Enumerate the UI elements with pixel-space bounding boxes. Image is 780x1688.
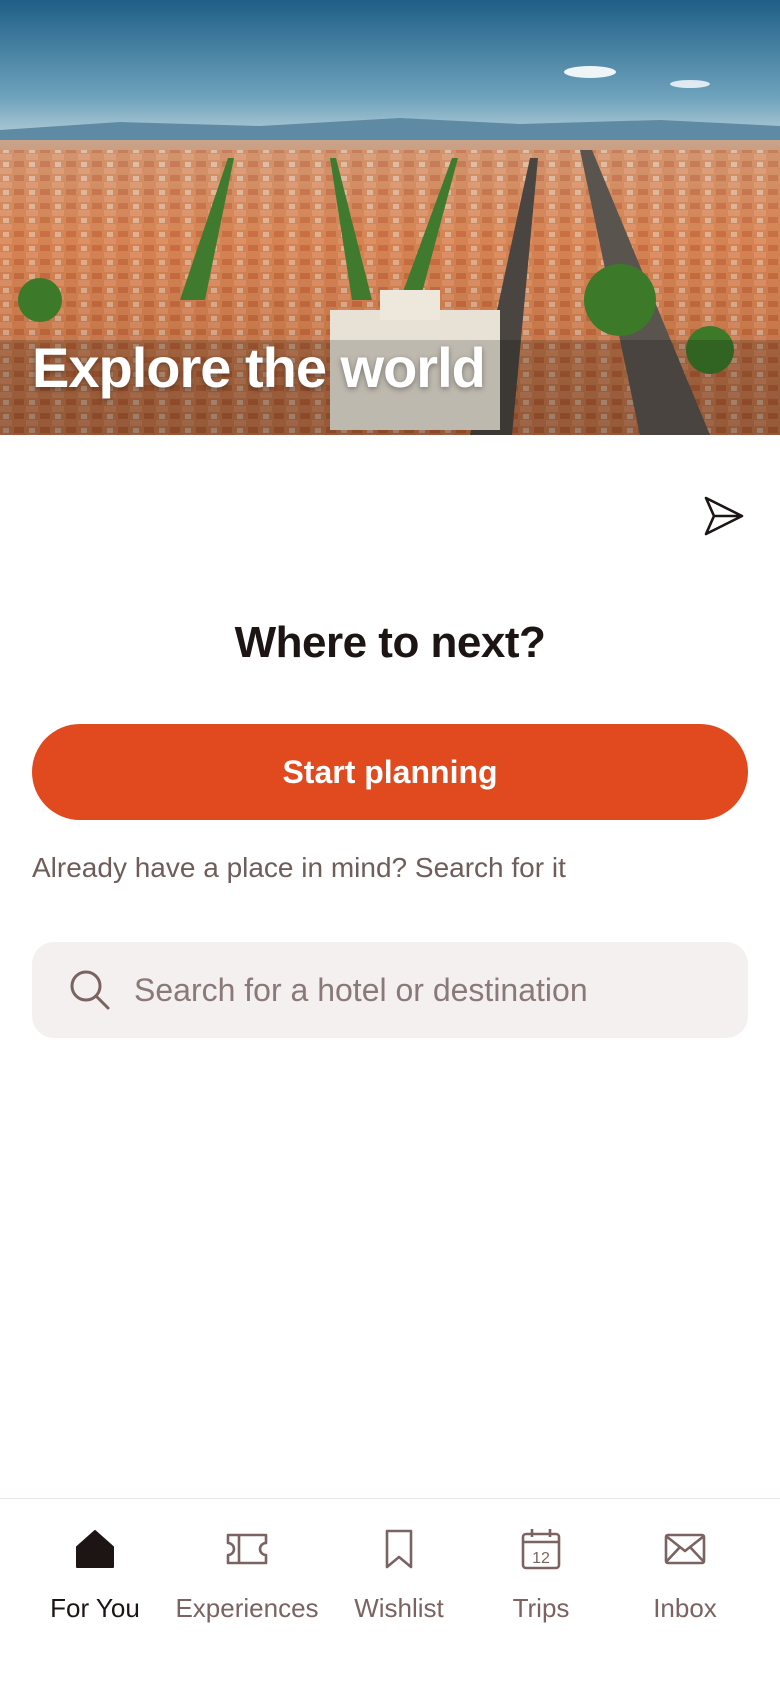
ticket-icon: [225, 1527, 269, 1571]
nav-item-trips[interactable]: 12 Trips: [466, 1523, 616, 1633]
search-icon: [66, 966, 114, 1014]
nav-label: Wishlist: [354, 1593, 444, 1623]
start-planning-button[interactable]: Start planning: [32, 724, 748, 820]
search-bar[interactable]: [32, 942, 748, 1038]
bookmark-icon: [377, 1527, 421, 1571]
nav-label: Trips: [512, 1593, 570, 1623]
nav-item-for-you[interactable]: For You: [20, 1523, 170, 1633]
bottom-nav: For You Experiences Wishlist 12 Trips In…: [0, 1498, 780, 1688]
nav-label: Inbox: [653, 1593, 717, 1623]
calendar-icon: 12: [519, 1527, 563, 1571]
send-icon: [704, 496, 744, 536]
hero-title: Explore the world: [32, 336, 486, 399]
app-screen: Explore the world Where to next? Start p…: [0, 0, 780, 1688]
nav-item-wishlist[interactable]: Wishlist: [324, 1523, 474, 1633]
nav-item-experiences[interactable]: Experiences: [172, 1523, 322, 1633]
share-button[interactable]: [698, 490, 750, 542]
home-icon: [73, 1527, 117, 1571]
page-heading: Where to next?: [234, 618, 546, 667]
nav-label: For You: [50, 1593, 140, 1623]
nav-item-inbox[interactable]: Inbox: [610, 1523, 760, 1633]
search-input[interactable]: [134, 971, 748, 1009]
mail-icon: [663, 1527, 707, 1571]
nav-label: Experiences: [175, 1593, 319, 1623]
svg-text:12: 12: [532, 1550, 550, 1567]
search-hint: Already have a place in mind? Search for…: [32, 852, 566, 883]
hero-banner: Explore the world: [0, 0, 780, 435]
